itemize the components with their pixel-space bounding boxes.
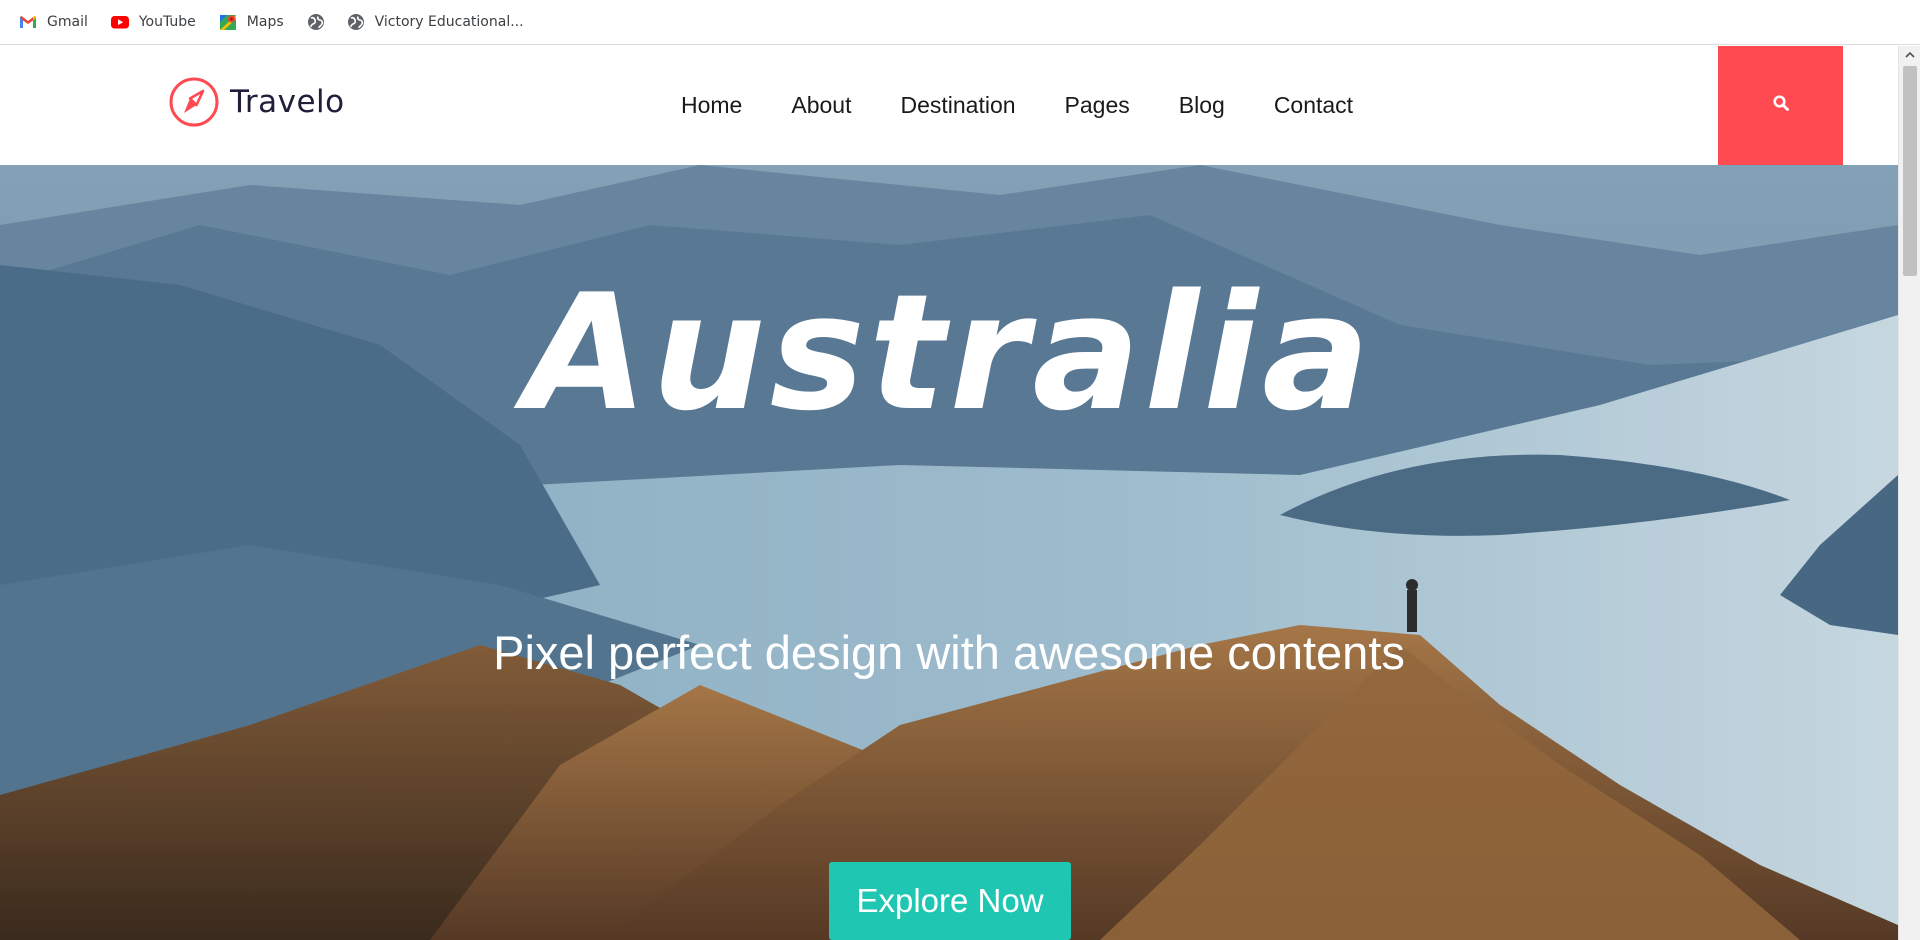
hero-title: Australia bbox=[524, 259, 1374, 446]
bookmark-youtube[interactable]: YouTube bbox=[110, 7, 196, 37]
bookmark-label: Maps bbox=[246, 14, 284, 30]
hero-subtitle: Pixel perfect design with awesome conten… bbox=[493, 626, 1405, 679]
scroll-up-arrow-icon[interactable] bbox=[1899, 46, 1920, 64]
scrollbar-thumb[interactable] bbox=[1903, 66, 1917, 276]
page-scrollbar[interactable] bbox=[1898, 46, 1920, 940]
bookmark-label: Gmail bbox=[47, 14, 88, 30]
globe-icon bbox=[306, 12, 326, 32]
bookmark-maps[interactable]: Maps bbox=[218, 7, 284, 37]
compass-icon bbox=[168, 76, 220, 128]
site-header: Travelo Home About Destination Pages Blo… bbox=[0, 46, 1898, 165]
youtube-icon bbox=[110, 12, 130, 32]
search-icon bbox=[1772, 94, 1790, 117]
nav-about[interactable]: About bbox=[791, 92, 851, 119]
bookmark-label: Victory Educational... bbox=[374, 14, 524, 30]
logo-text: Travelo bbox=[230, 84, 345, 120]
nav-home[interactable]: Home bbox=[681, 92, 742, 119]
bookmark-victory-educational[interactable]: Victory Educational... bbox=[346, 7, 524, 37]
nav-blog[interactable]: Blog bbox=[1179, 92, 1225, 119]
bookmark-label: YouTube bbox=[138, 14, 196, 30]
nav-destination[interactable]: Destination bbox=[900, 92, 1015, 119]
nav-contact[interactable]: Contact bbox=[1274, 92, 1353, 119]
bookmark-gmail[interactable]: Gmail bbox=[18, 7, 88, 37]
gmail-icon bbox=[18, 12, 38, 32]
maps-icon bbox=[218, 12, 238, 32]
logo[interactable]: Travelo bbox=[168, 76, 345, 128]
search-button[interactable] bbox=[1718, 46, 1843, 165]
main-nav: Home About Destination Pages Blog Contac… bbox=[681, 92, 1402, 119]
hero-section: Australia Pixel perfect design with awes… bbox=[0, 165, 1898, 940]
globe-icon bbox=[346, 12, 366, 32]
bookmark-globe[interactable] bbox=[306, 7, 326, 37]
explore-now-button[interactable]: Explore Now bbox=[829, 862, 1071, 940]
bookmarks-bar: Gmail YouTube Maps Victory Educational..… bbox=[0, 0, 1920, 45]
nav-pages[interactable]: Pages bbox=[1065, 92, 1130, 119]
